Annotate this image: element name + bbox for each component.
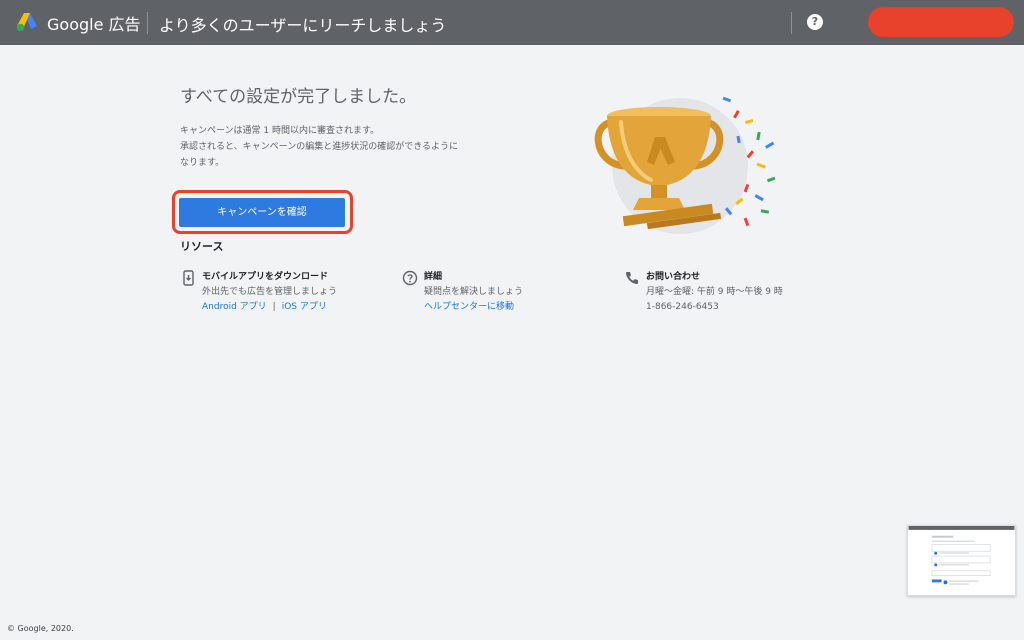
resource-subtitle: 外出先でも広告を管理しましょう: [202, 287, 338, 297]
help-icon[interactable]: ?: [807, 14, 823, 30]
mobile-download-icon: [183, 270, 194, 286]
description: キャンペーンは通常 1 時間以内に審査されます。 承認されると、キャンペーンの編…: [180, 123, 480, 171]
copyright: © Google, 2020.: [7, 624, 74, 633]
trophy-illustration-icon: [594, 96, 776, 234]
resources-title: リソース: [180, 240, 224, 253]
header-divider: [147, 12, 148, 34]
description-line: キャンペーンは通常 1 時間以内に審査されます。: [180, 126, 380, 136]
ios-app-link[interactable]: iOS アプリ: [282, 302, 327, 312]
resource-subtitle: 疑問点を解決しましょう: [424, 287, 524, 297]
preview-thumbnail[interactable]: [907, 525, 1016, 596]
resource-title: お問い合わせ: [646, 272, 701, 282]
top-app-bar: Google 広告 より多くのユーザーにリーチしましょう ?: [0, 0, 1024, 45]
header-divider-right: [791, 12, 792, 34]
resource-title: モバイルアプリをダウンロード: [202, 272, 329, 282]
phone-number[interactable]: 1-866-246-6453: [646, 300, 783, 315]
description-line: なります。: [180, 158, 225, 168]
link-separator: |: [272, 302, 276, 312]
android-app-link[interactable]: Android アプリ: [202, 302, 267, 312]
page-heading: より多くのユーザーにリーチしましょう: [159, 16, 447, 35]
brand-title[interactable]: Google 広告: [47, 11, 141, 35]
resource-title: 詳細: [424, 272, 443, 282]
description-line: 承認されると、キャンペーンの編集と進捗状況の確認ができるように: [180, 142, 459, 152]
account-button[interactable]: [868, 7, 1014, 37]
help-center-link[interactable]: ヘルプセンターに移動: [424, 300, 523, 315]
phone-icon: [626, 272, 638, 284]
page-title: すべての設定が完了しました。: [180, 87, 417, 107]
google-ads-logo-icon[interactable]: [16, 12, 38, 32]
review-campaign-button[interactable]: キャンペーンを確認: [179, 198, 345, 227]
resource-subtitle: 月曜〜金曜: 午前 9 時〜午後 9 時: [646, 287, 783, 297]
help-circle-icon: [402, 270, 418, 286]
